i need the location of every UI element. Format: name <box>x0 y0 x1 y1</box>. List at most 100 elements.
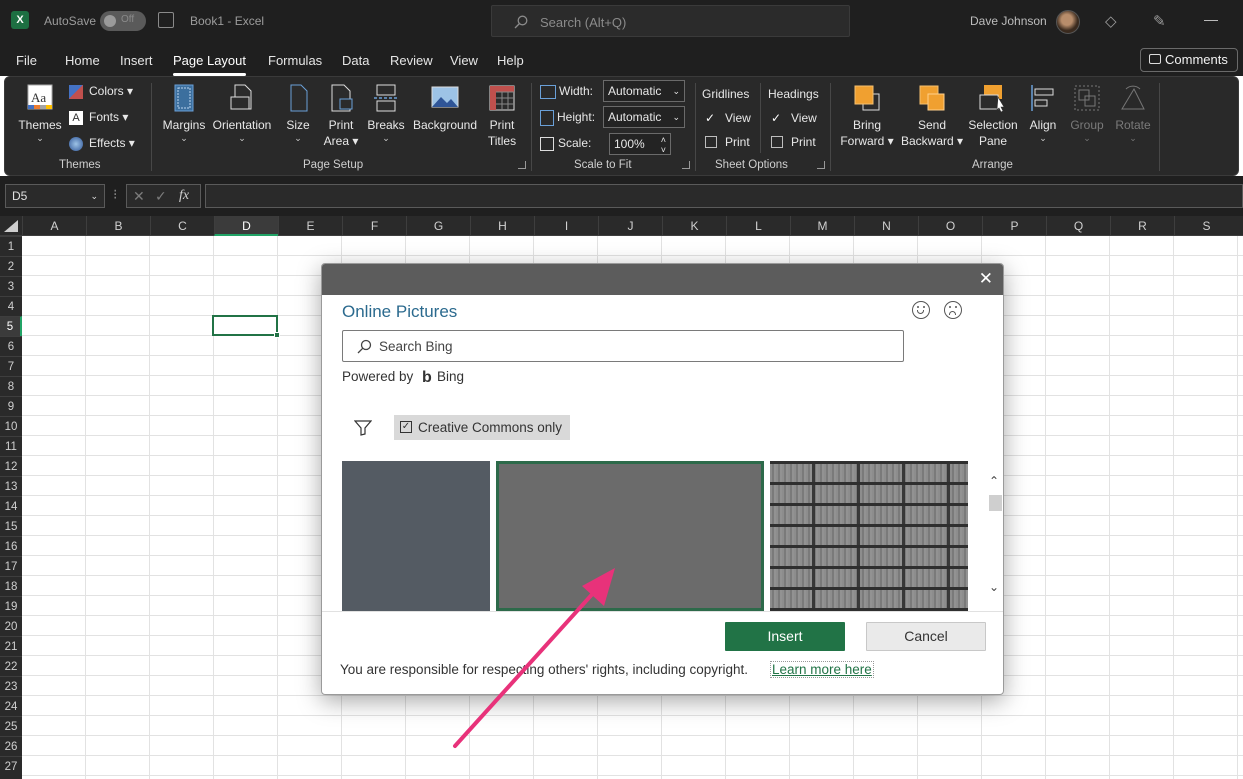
row-header-9[interactable]: 9 <box>0 396 22 416</box>
print-titles-button[interactable]: Print Titles <box>485 83 519 149</box>
margins-button[interactable]: Margins ⌄ <box>161 83 207 143</box>
results-scrollbar[interactable]: ⌃ ⌄ <box>986 461 1003 611</box>
row-header-24[interactable]: 24 <box>0 696 22 716</box>
row-header-16[interactable]: 16 <box>0 536 22 556</box>
column-header-i[interactable]: I <box>534 216 598 236</box>
sheet-options-dialog-launcher-icon[interactable] <box>817 161 825 169</box>
row-header-23[interactable]: 23 <box>0 676 22 696</box>
selection-pane-button[interactable]: Selection Pane <box>967 83 1019 149</box>
tab-page-layout[interactable]: Page Layout <box>173 53 247 76</box>
print-area-button[interactable]: Print Area ▾ <box>323 83 359 149</box>
tab-formulas[interactable]: Formulas <box>268 53 322 68</box>
column-header-c[interactable]: C <box>150 216 214 236</box>
insert-button[interactable]: Insert <box>725 622 845 651</box>
column-header-k[interactable]: K <box>662 216 726 236</box>
row-header-11[interactable]: 11 <box>0 436 22 456</box>
tab-view[interactable]: View <box>450 53 478 68</box>
row-header-25[interactable]: 25 <box>0 716 22 736</box>
row-header-12[interactable]: 12 <box>0 456 22 476</box>
column-header-s[interactable]: S <box>1174 216 1238 236</box>
row-header-14[interactable]: 14 <box>0 496 22 516</box>
page-setup-dialog-launcher-icon[interactable] <box>518 161 526 169</box>
row-header-20[interactable]: 20 <box>0 616 22 636</box>
headings-print-checkbox[interactable]: Print <box>771 135 816 149</box>
column-header-e[interactable]: E <box>278 216 342 236</box>
row-header-27[interactable]: 27 <box>0 756 22 776</box>
row-header-2[interactable]: 2 <box>0 256 22 276</box>
row-header-19[interactable]: 19 <box>0 596 22 616</box>
app-search-box[interactable]: Search (Alt+Q) <box>491 5 850 37</box>
align-button[interactable]: Align ⌄ <box>1027 83 1059 143</box>
column-header-g[interactable]: G <box>406 216 470 236</box>
size-button[interactable]: Size ⌄ <box>283 83 313 143</box>
column-header-a[interactable]: A <box>22 216 86 236</box>
autosave-toggle[interactable]: Off <box>100 11 146 31</box>
close-icon[interactable]: ✕ <box>979 270 993 288</box>
column-header-n[interactable]: N <box>854 216 918 236</box>
background-button[interactable]: Background <box>409 83 481 133</box>
user-avatar[interactable] <box>1056 10 1080 34</box>
result-image-slate[interactable] <box>342 461 490 611</box>
breaks-button[interactable]: Breaks ⌄ <box>367 83 405 143</box>
column-header-m[interactable]: M <box>790 216 854 236</box>
column-header-o[interactable]: O <box>918 216 982 236</box>
column-header-h[interactable]: H <box>470 216 534 236</box>
formula-input[interactable] <box>205 184 1243 208</box>
row-header-26[interactable]: 26 <box>0 736 22 756</box>
learn-more-link[interactable]: Learn more here <box>770 661 874 678</box>
column-header-d[interactable]: D <box>214 216 278 236</box>
comments-button[interactable]: Comments <box>1140 48 1238 72</box>
group-button[interactable]: Group ⌄ <box>1068 83 1106 143</box>
column-header-p[interactable]: P <box>982 216 1046 236</box>
minimize-icon[interactable] <box>1204 20 1218 21</box>
tab-review[interactable]: Review <box>390 53 433 68</box>
cancel-button[interactable]: Cancel <box>866 622 986 651</box>
row-header-21[interactable]: 21 <box>0 636 22 656</box>
insert-function-icon[interactable]: fx <box>179 185 189 207</box>
result-image-bricks[interactable] <box>770 461 968 611</box>
tab-insert[interactable]: Insert <box>120 53 153 68</box>
tab-data[interactable]: Data <box>342 53 369 68</box>
row-header-22[interactable]: 22 <box>0 656 22 676</box>
scrollbar-thumb[interactable] <box>989 495 1002 511</box>
orientation-button[interactable]: Orientation ⌄ <box>211 83 273 143</box>
row-header-6[interactable]: 6 <box>0 336 22 356</box>
scroll-up-icon[interactable]: ⌃ <box>989 475 999 487</box>
name-box[interactable]: D5 ⌄ <box>5 184 105 208</box>
row-header-7[interactable]: 7 <box>0 356 22 376</box>
rotate-button[interactable]: Rotate ⌄ <box>1111 83 1155 143</box>
row-header-15[interactable]: 15 <box>0 516 22 536</box>
send-backward-button[interactable]: Send Backward ▾ <box>901 83 963 149</box>
result-image-gray-selected[interactable] <box>496 461 764 611</box>
gridlines-view-checkbox[interactable]: ✓ View <box>705 111 751 125</box>
effects-button[interactable]: Effects ▾ <box>69 136 135 151</box>
row-header-8[interactable]: 8 <box>0 376 22 396</box>
bing-search-input[interactable] <box>379 335 879 357</box>
column-header-l[interactable]: L <box>726 216 790 236</box>
fill-handle[interactable] <box>274 332 280 338</box>
headings-view-checkbox[interactable]: ✓ View <box>771 111 817 125</box>
select-all-corner-icon[interactable] <box>4 220 18 232</box>
pen-icon[interactable]: ✎ <box>1153 12 1166 30</box>
smile-feedback-icon[interactable] <box>912 301 930 319</box>
row-header-13[interactable]: 13 <box>0 476 22 496</box>
premium-diamond-icon[interactable]: ◇ <box>1105 12 1117 30</box>
bring-forward-button[interactable]: Bring Forward ▾ <box>839 83 895 149</box>
cancel-entry-icon[interactable]: ✕ <box>133 185 145 207</box>
creative-commons-filter[interactable]: ✓ Creative Commons only <box>394 415 570 440</box>
column-header-q[interactable]: Q <box>1046 216 1110 236</box>
checkbox-checked-icon[interactable]: ✓ <box>400 421 412 433</box>
gridlines-print-checkbox[interactable]: Print <box>705 135 750 149</box>
tab-help[interactable]: Help <box>497 53 524 68</box>
themes-button[interactable]: Aa Themes ⌄ <box>17 83 63 143</box>
tab-file[interactable]: File <box>16 53 37 68</box>
row-header-18[interactable]: 18 <box>0 576 22 596</box>
scale-dialog-launcher-icon[interactable] <box>682 161 690 169</box>
frown-feedback-icon[interactable] <box>944 301 962 319</box>
tab-home[interactable]: Home <box>65 53 100 68</box>
column-header-f[interactable]: F <box>342 216 406 236</box>
colors-button[interactable]: Colors ▾ <box>69 84 133 99</box>
column-header-j[interactable]: J <box>598 216 662 236</box>
bing-search-box[interactable] <box>342 330 904 362</box>
fonts-button[interactable]: A Fonts ▾ <box>69 110 128 125</box>
